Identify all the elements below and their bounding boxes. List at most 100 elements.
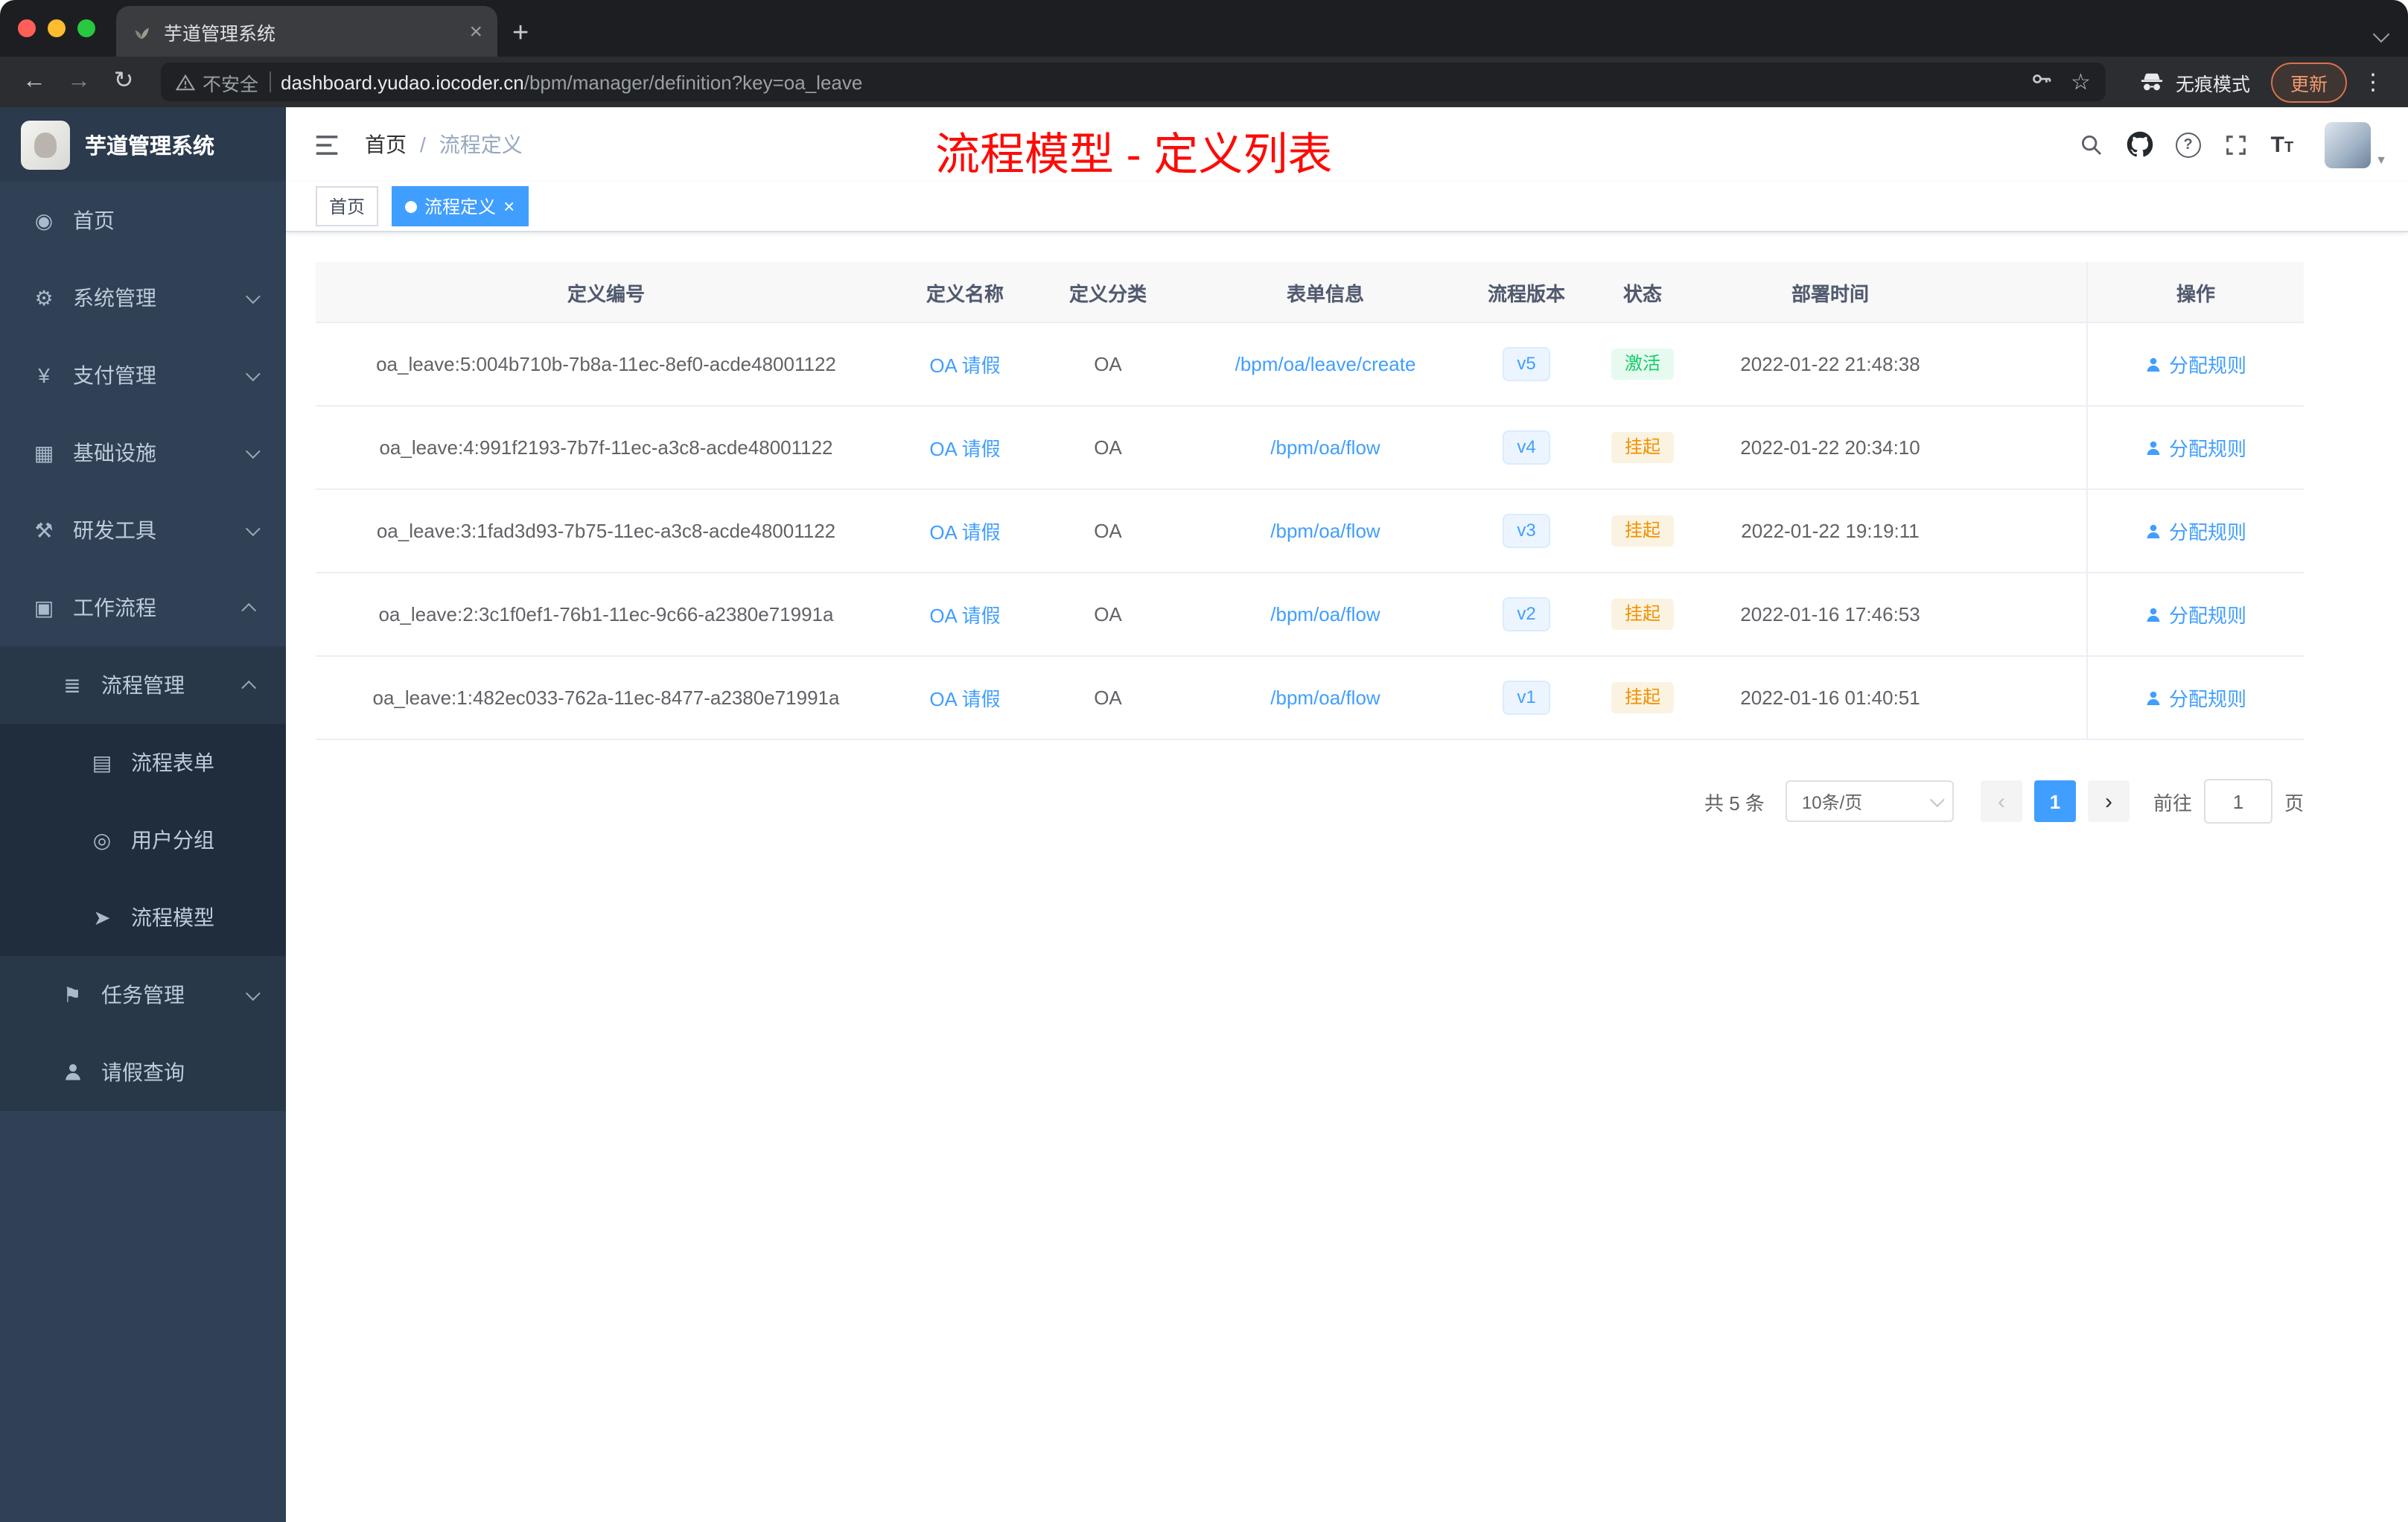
github-icon[interactable] (2127, 131, 2153, 158)
tab-search-chevron-icon[interactable] (2372, 21, 2390, 48)
definition-id: oa_leave:5:004b710b-7b8a-11ec-8ef0-acde4… (376, 353, 836, 375)
sidebar-item-研发工具[interactable]: ⚒ 研发工具 (0, 491, 286, 569)
tag-item[interactable]: 首页 (316, 186, 379, 226)
sidebar-item-流程管理[interactable]: ≣ 流程管理 (0, 646, 286, 724)
sidebar-item-任务管理[interactable]: ⚑ 任务管理 (0, 956, 286, 1034)
app-frame: 芋道管理系统 ◉ 首页 ⚙ 系统管理 ¥ 支付管理 ▦ 基础设施 ⚒ 研发工具 ▣ 工作流程 ≣ 流程管理… (0, 107, 2408, 1522)
fullscreen-icon[interactable] (2223, 132, 2249, 157)
definition-name-link[interactable]: OA 请假 (896, 657, 1033, 739)
sidebar-item-支付管理[interactable]: ¥ 支付管理 (0, 337, 286, 414)
status-badge: 挂起 (1611, 515, 1674, 547)
table-body: oa_leave:5:004b710b-7b8a-11ec-8ef0-acde4… (316, 323, 2304, 740)
chrome-update-button[interactable]: 更新 (2270, 62, 2347, 102)
incognito-icon (2141, 73, 2163, 91)
tags-view-bar: 首页 流程定义 × (286, 182, 2408, 232)
tab-close-icon[interactable]: × (466, 20, 485, 42)
browser-tab[interactable]: 芋道管理系统 × (116, 6, 497, 57)
page-number-button[interactable]: 1 (2033, 780, 2076, 822)
prev-page-button[interactable]: ‹ (1980, 780, 2022, 822)
row-gap (1960, 323, 2086, 405)
font-size-icon[interactable]: TT (2271, 133, 2294, 156)
column-header: 操作 (2086, 262, 2304, 322)
status-badge: 挂起 (1611, 598, 1674, 631)
security-chip[interactable]: 不安全 (176, 68, 258, 96)
person-icon (2145, 355, 2163, 373)
breadcrumb-home-link[interactable]: 首页 (365, 130, 407, 159)
forward-button[interactable]: → (60, 69, 98, 94)
assign-rule-link[interactable]: 分配规则 (2145, 433, 2246, 462)
url-text: dashboard.yudao.iocoder.cn/bpm/manager/d… (281, 71, 2019, 93)
window-close-button[interactable] (18, 19, 36, 37)
sidebar-item-系统管理[interactable]: ⚙ 系统管理 (0, 259, 286, 337)
next-page-button[interactable]: › (2087, 780, 2130, 822)
definition-table: 定义编号 定义名称 定义分类 表单信息 流程版本 状态 部署时间 操作 oa_leave:5:… (316, 262, 2304, 740)
sidebar-item-基础设施[interactable]: ▦ 基础设施 (0, 414, 286, 491)
version-cell: v3 (1468, 490, 1584, 572)
sidebar-item-工作流程[interactable]: ▣ 工作流程 (0, 569, 286, 646)
chevron-down-icon (245, 985, 261, 1001)
search-icon[interactable] (2079, 132, 2104, 157)
row-gap (1960, 407, 2086, 488)
help-icon[interactable]: ? (2175, 132, 2201, 157)
security-label: 不安全 (203, 74, 259, 95)
tag-close-icon[interactable]: × (503, 197, 515, 216)
sidebar-item-请假查询[interactable]: 请假查询 (0, 1034, 286, 1111)
definition-name-link[interactable]: OA 请假 (896, 407, 1033, 488)
person-icon (2145, 605, 2163, 623)
briefcase-icon: ▣ (34, 595, 54, 619)
breadcrumb: 首页 / 流程定义 (365, 130, 523, 159)
deploy-time: 2022-01-16 01:40:51 (1740, 687, 1920, 709)
bookmark-star-icon[interactable]: ☆ (2071, 69, 2091, 95)
omnibox[interactable]: 不安全 dashboard.yudao.iocoder.cn/bpm/manag… (161, 63, 2106, 101)
status-cell: 挂起 (1584, 407, 1701, 488)
url-path: /bpm/manager/definition?key=oa_leave (523, 71, 863, 93)
hamburger-icon (316, 135, 338, 154)
definition-id: oa_leave:2:3c1f0ef1-76b1-11ec-9c66-a2380… (378, 603, 834, 625)
top-navbar: 首页 / 流程定义 流程模型 - 定义列表 ? TT ▼ (286, 107, 2408, 182)
refresh-button[interactable]: ↻ (104, 69, 143, 94)
form-info-link[interactable]: /bpm/oa/flow (1182, 657, 1468, 739)
form-info-link[interactable]: /bpm/oa/flow (1182, 407, 1468, 488)
version-cell: v1 (1468, 657, 1584, 739)
page-size-select[interactable]: 10条/页 (1785, 780, 1954, 822)
back-button[interactable]: ← (15, 69, 54, 94)
tag-item[interactable]: 流程定义 × (392, 186, 529, 226)
url-host: dashboard.yudao.iocoder.cn (281, 71, 524, 93)
browser-menu-kebab-icon[interactable]: ⋮ (2353, 69, 2393, 95)
definition-name-link[interactable]: OA 请假 (896, 490, 1033, 572)
form-info-link[interactable]: /bpm/oa/flow (1182, 573, 1468, 655)
sidebar-item-首页[interactable]: ◉ 首页 (0, 182, 286, 259)
chevron-down-icon (245, 366, 261, 381)
definition-name-link[interactable]: OA 请假 (896, 323, 1033, 405)
assign-rule-link[interactable]: 分配规则 (2145, 684, 2246, 712)
row-gap (1960, 657, 2086, 739)
goto-page-input[interactable] (2203, 779, 2272, 824)
window-zoom-button[interactable] (77, 19, 95, 37)
sidebar-item-用户分组[interactable]: ◎ 用户分组 (0, 801, 286, 879)
user-avatar-menu[interactable]: ▼ (2325, 121, 2387, 168)
action-cell: 分配规则 (2086, 323, 2304, 405)
breadcrumb-current: 流程定义 (439, 133, 523, 156)
deploy-time: 2022-01-22 19:19:11 (1741, 520, 1920, 542)
assign-rule-link[interactable]: 分配规则 (2145, 350, 2246, 378)
sidebar-item-label: 系统管理 (73, 286, 156, 310)
form-info-link[interactable]: /bpm/oa/flow (1182, 490, 1468, 572)
list-icon: ≣ (63, 672, 81, 696)
assign-rule-link[interactable]: 分配规则 (2145, 517, 2246, 545)
assign-rule-link[interactable]: 分配规则 (2145, 600, 2246, 628)
window-minimize-button[interactable] (48, 19, 66, 37)
avatar-caret-icon: ▼ (2375, 153, 2387, 166)
password-key-icon[interactable] (2029, 66, 2053, 98)
sidebar-item-流程模型[interactable]: ➤ 流程模型 (0, 879, 286, 956)
definition-name-link[interactable]: OA 请假 (896, 573, 1033, 655)
new-tab-button[interactable]: + (497, 19, 547, 57)
version-badge: v5 (1502, 347, 1551, 381)
table-row: oa_leave:2:3c1f0ef1-76b1-11ec-9c66-a2380… (316, 573, 2304, 657)
assign-rule-label: 分配规则 (2168, 688, 2246, 710)
assign-rule-label: 分配规则 (2168, 438, 2246, 460)
sidebar-item-流程表单[interactable]: ▤ 流程表单 (0, 724, 286, 801)
form-info-link[interactable]: /bpm/oa/leave/create (1182, 323, 1468, 405)
users-icon: ◎ (92, 827, 112, 851)
sidebar-toggle-button[interactable] (286, 130, 365, 159)
yen-icon: ¥ (38, 363, 50, 387)
